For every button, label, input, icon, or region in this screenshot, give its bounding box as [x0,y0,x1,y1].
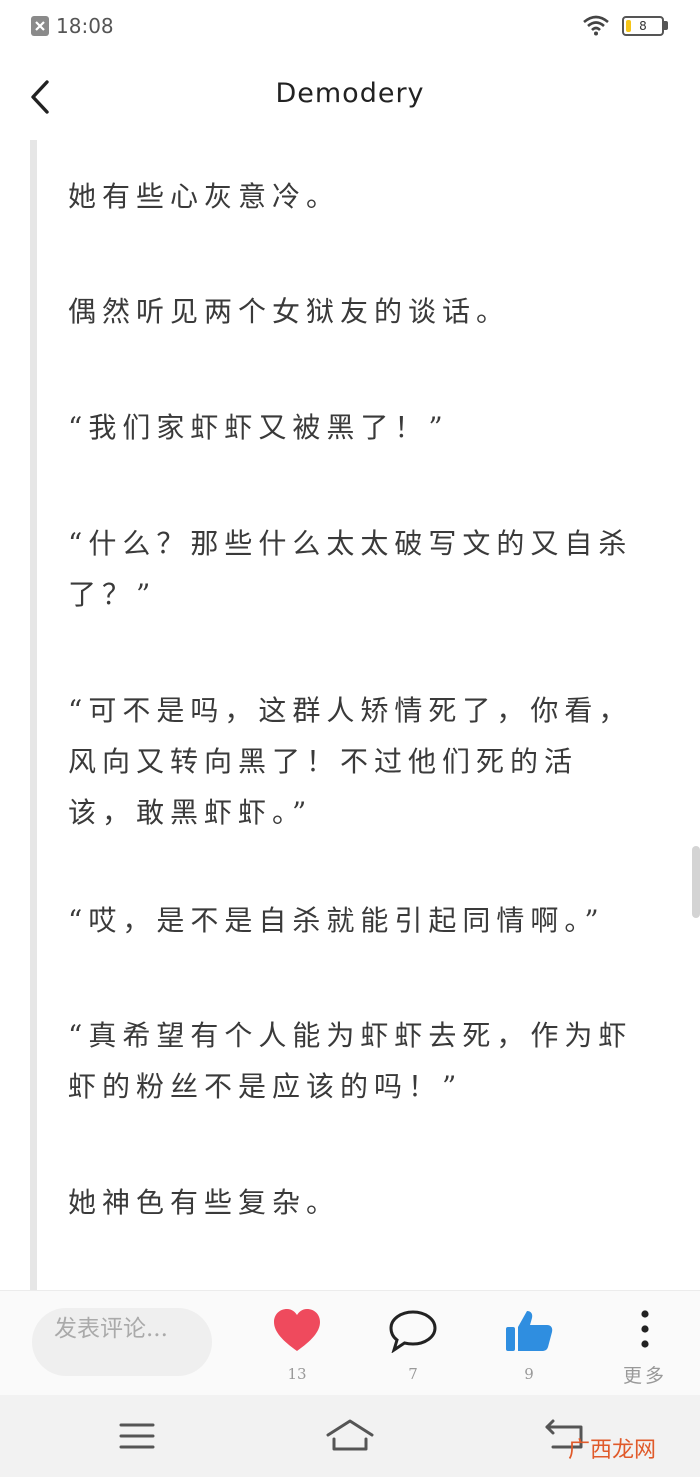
thumbs-up-button[interactable]: 9 [494,1309,564,1389]
paragraph: 她有些心灰意冷。 [68,180,341,213]
like-count: 13 [287,1365,307,1383]
more-vertical-icon [641,1310,649,1348]
status-bar: 18:08 8 [0,0,700,54]
battery-indicator: 8 [622,16,664,36]
paragraph: 偶然听见两个女狱友的谈话。 [68,295,511,328]
paragraph: “什么？那些什么太太破写文的又自杀了？” [68,527,633,611]
paragraph: “我们家虾虾又被黑了！” [68,411,449,444]
watermark: 广西龙网 [568,1438,657,1463]
home-icon [326,1419,374,1451]
nav-menu-button[interactable] [107,1413,167,1459]
article-body: 她有些心灰意冷。 偶然听见两个女狱友的谈话。 “我们家虾虾又被黑了！” “什么？… [68,140,648,1290]
speech-bubble-icon [389,1310,437,1353]
paragraph: “可不是吗，这群人矫情死了，你看，风向又转向黑了！不过他们死的活该，敢黑虾虾。” [68,694,633,829]
scrollbar-thumb[interactable] [692,846,700,918]
paragraph: “真希望有个人能为虾虾去死，作为虾虾的粉丝不是应该的吗！” [68,1019,633,1103]
status-time: 18:08 [56,14,114,38]
paragraph: “哎，是不是自杀就能引起同情啊。” [68,904,605,937]
comment-count: 7 [408,1365,418,1383]
more-button[interactable]: 更多 [610,1309,680,1389]
heart-icon [274,1309,320,1351]
comment-button[interactable]: 7 [378,1309,448,1389]
action-bar: 发表评论... 13 7 9 更多 [0,1290,700,1395]
paragraph: 她神色有些复杂。 [68,1186,341,1219]
wifi-icon [583,15,609,36]
battery-tip [664,21,668,30]
more-label: 更多 [622,1365,667,1387]
nav-home-button[interactable] [320,1413,380,1459]
thumbs-up-count: 9 [524,1365,534,1383]
page-title: Demodery [275,78,425,109]
battery-level: 8 [639,19,647,33]
header: Demodery [0,54,700,140]
like-button[interactable]: 13 [262,1309,332,1389]
thumbs-up-icon [506,1311,553,1351]
close-square-icon [31,16,49,36]
menu-icon [119,1423,155,1449]
comment-input[interactable]: 发表评论... [32,1308,212,1376]
quote-bar [30,140,37,1290]
